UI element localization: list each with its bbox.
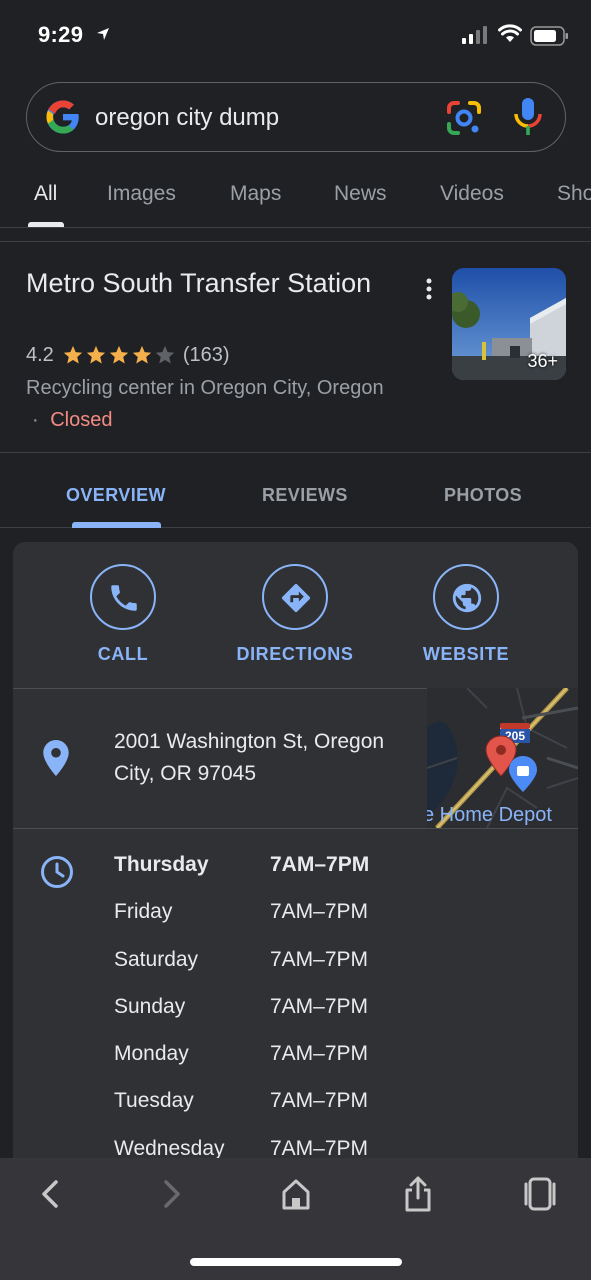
location-arrow-icon [97, 28, 109, 40]
hours-row: Friday 7AM–7PM [114, 897, 554, 944]
place-subtabs: OVERVIEW REVIEWS PHOTOS [0, 452, 591, 528]
hours-day: Sunday [114, 994, 186, 1018]
home-indicator [190, 1258, 402, 1266]
forward-icon[interactable] [152, 1176, 192, 1212]
star-icon [86, 345, 105, 364]
more-options-icon[interactable] [418, 276, 440, 302]
share-icon[interactable] [398, 1176, 438, 1212]
status-bar: 9:29 [0, 0, 591, 72]
status-time: 9:29 [38, 22, 84, 47]
call-button[interactable]: CALL [43, 564, 203, 665]
website-label: WEBSITE [422, 644, 510, 664]
tab-reviews[interactable]: REVIEWS [262, 485, 348, 506]
phone-icon [111, 585, 137, 611]
star-icon [132, 345, 151, 364]
hours-day: Saturday [114, 947, 199, 971]
hours-row: Thursday 7AM–7PM [114, 850, 554, 897]
back-icon[interactable] [30, 1176, 70, 1212]
hours-time: 7AM–7PM [270, 1089, 369, 1113]
tab-shopping[interactable]: Sho [557, 182, 591, 206]
category-text: Recycling center in Oregon City, Oregon [26, 377, 384, 399]
search-input[interactable]: oregon city dump [95, 104, 279, 132]
hours-row: Tuesday 7AM–7PM [114, 1086, 554, 1133]
open-status: Closed [50, 409, 113, 431]
cellular-signal-icon [462, 26, 487, 44]
active-subtab-indicator [72, 522, 161, 528]
separator-dot: · [32, 409, 39, 431]
google-logo-icon [46, 100, 79, 134]
hours-time: 7AM–7PM [270, 853, 370, 876]
tab-maps[interactable]: Maps [230, 182, 281, 206]
hours-day: Tuesday [114, 1089, 194, 1113]
hours-time: 7AM–7PM [270, 947, 369, 971]
photo-count: 36+ [527, 351, 558, 371]
hours-time: 7AM–7PM [270, 900, 369, 924]
hours-day: Friday [114, 900, 173, 924]
star-empty-icon [155, 345, 174, 364]
star-icon [109, 345, 128, 364]
tab-news[interactable]: News [334, 182, 387, 206]
call-label: CALL [97, 644, 149, 664]
map-poi-label: e Home Depot [427, 804, 552, 826]
rating-value: 4.2 [26, 343, 54, 366]
hours-row: Saturday 7AM–7PM [114, 945, 554, 992]
hours-time: 7AM–7PM [270, 1042, 369, 1066]
search-tabs: All Images Maps News Videos Sho [0, 170, 591, 228]
website-button[interactable]: WEBSITE [386, 564, 546, 665]
clock-icon [41, 856, 73, 888]
opening-hours[interactable]: Thursday 7AM–7PM Friday 7AM–7PM Saturday… [114, 850, 554, 1181]
mini-map[interactable]: 205 e Home Depot [427, 688, 578, 828]
directions-icon-circle [262, 564, 328, 630]
place-title[interactable]: Metro South Transfer Station [26, 264, 406, 303]
website-icon-circle [433, 564, 499, 630]
hours-row: Sunday 7AM–7PM [114, 992, 554, 1039]
home-icon[interactable] [276, 1176, 316, 1212]
card-divider [13, 828, 578, 829]
location-pin-icon [43, 740, 69, 776]
star-icon [63, 345, 82, 364]
directions-button[interactable]: DIRECTIONS [215, 564, 375, 665]
rating-row[interactable]: 4.2 (163) [26, 341, 230, 369]
address-text[interactable]: 2001 Washington St, Oregon City, OR 9704… [114, 726, 424, 790]
hours-row: Monday 7AM–7PM [114, 1039, 554, 1086]
active-tab-indicator [28, 222, 64, 227]
overview-card: CALL DIRECTIONS WEBSITE 2001 Washington … [13, 542, 578, 1182]
place-category: Recycling center in Oregon City, Oregon … [26, 372, 386, 436]
globe-icon [452, 583, 482, 613]
directions-icon [281, 583, 311, 613]
tab-overview[interactable]: OVERVIEW [66, 485, 166, 506]
battery-icon [530, 26, 568, 46]
microphone-icon[interactable] [513, 97, 543, 137]
tab-all[interactable]: All [34, 182, 57, 206]
review-count: (163) [182, 343, 230, 366]
tab-images[interactable]: Images [107, 182, 176, 206]
tab-videos[interactable]: Videos [440, 182, 504, 206]
hours-time: 7AM–7PM [270, 994, 369, 1018]
directions-label: DIRECTIONS [236, 644, 354, 664]
call-icon-circle [90, 564, 156, 630]
tabs-icon[interactable] [520, 1176, 560, 1212]
divider [0, 241, 591, 242]
google-lens-icon[interactable] [445, 99, 483, 137]
rating-stars [62, 344, 177, 366]
wifi-icon [498, 24, 522, 42]
tab-photos[interactable]: PHOTOS [444, 485, 522, 506]
search-box[interactable]: oregon city dump [26, 82, 566, 152]
hours-day: Monday [114, 1042, 189, 1066]
hours-day: Thursday [114, 853, 209, 876]
place-photo[interactable]: 36+ [452, 268, 566, 380]
